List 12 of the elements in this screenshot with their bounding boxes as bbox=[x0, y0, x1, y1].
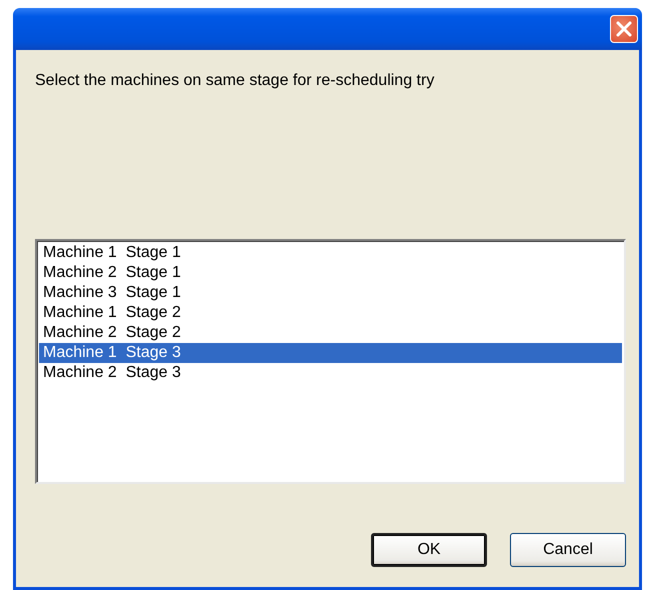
close-button[interactable] bbox=[610, 15, 638, 43]
dialog-message: Select the machines on same stage for re-scheduling try bbox=[35, 72, 436, 90]
dialog-button[interactable]: Cancel bbox=[510, 533, 626, 567]
list-item[interactable]: Machine 2 Stage 3 bbox=[39, 363, 622, 383]
close-icon bbox=[615, 20, 633, 38]
dialog-button[interactable]: OK bbox=[371, 533, 487, 567]
list-item[interactable]: Machine 2 Stage 2 bbox=[39, 323, 622, 343]
list-item[interactable]: Machine 2 Stage 1 bbox=[39, 263, 622, 283]
list-item[interactable]: Machine 1 Stage 2 bbox=[39, 303, 622, 323]
list-item[interactable]: Machine 3 Stage 1 bbox=[39, 283, 622, 303]
list-item[interactable]: Machine 1 Stage 3 bbox=[39, 343, 622, 363]
list-item[interactable]: Machine 1 Stage 1 bbox=[39, 243, 622, 263]
